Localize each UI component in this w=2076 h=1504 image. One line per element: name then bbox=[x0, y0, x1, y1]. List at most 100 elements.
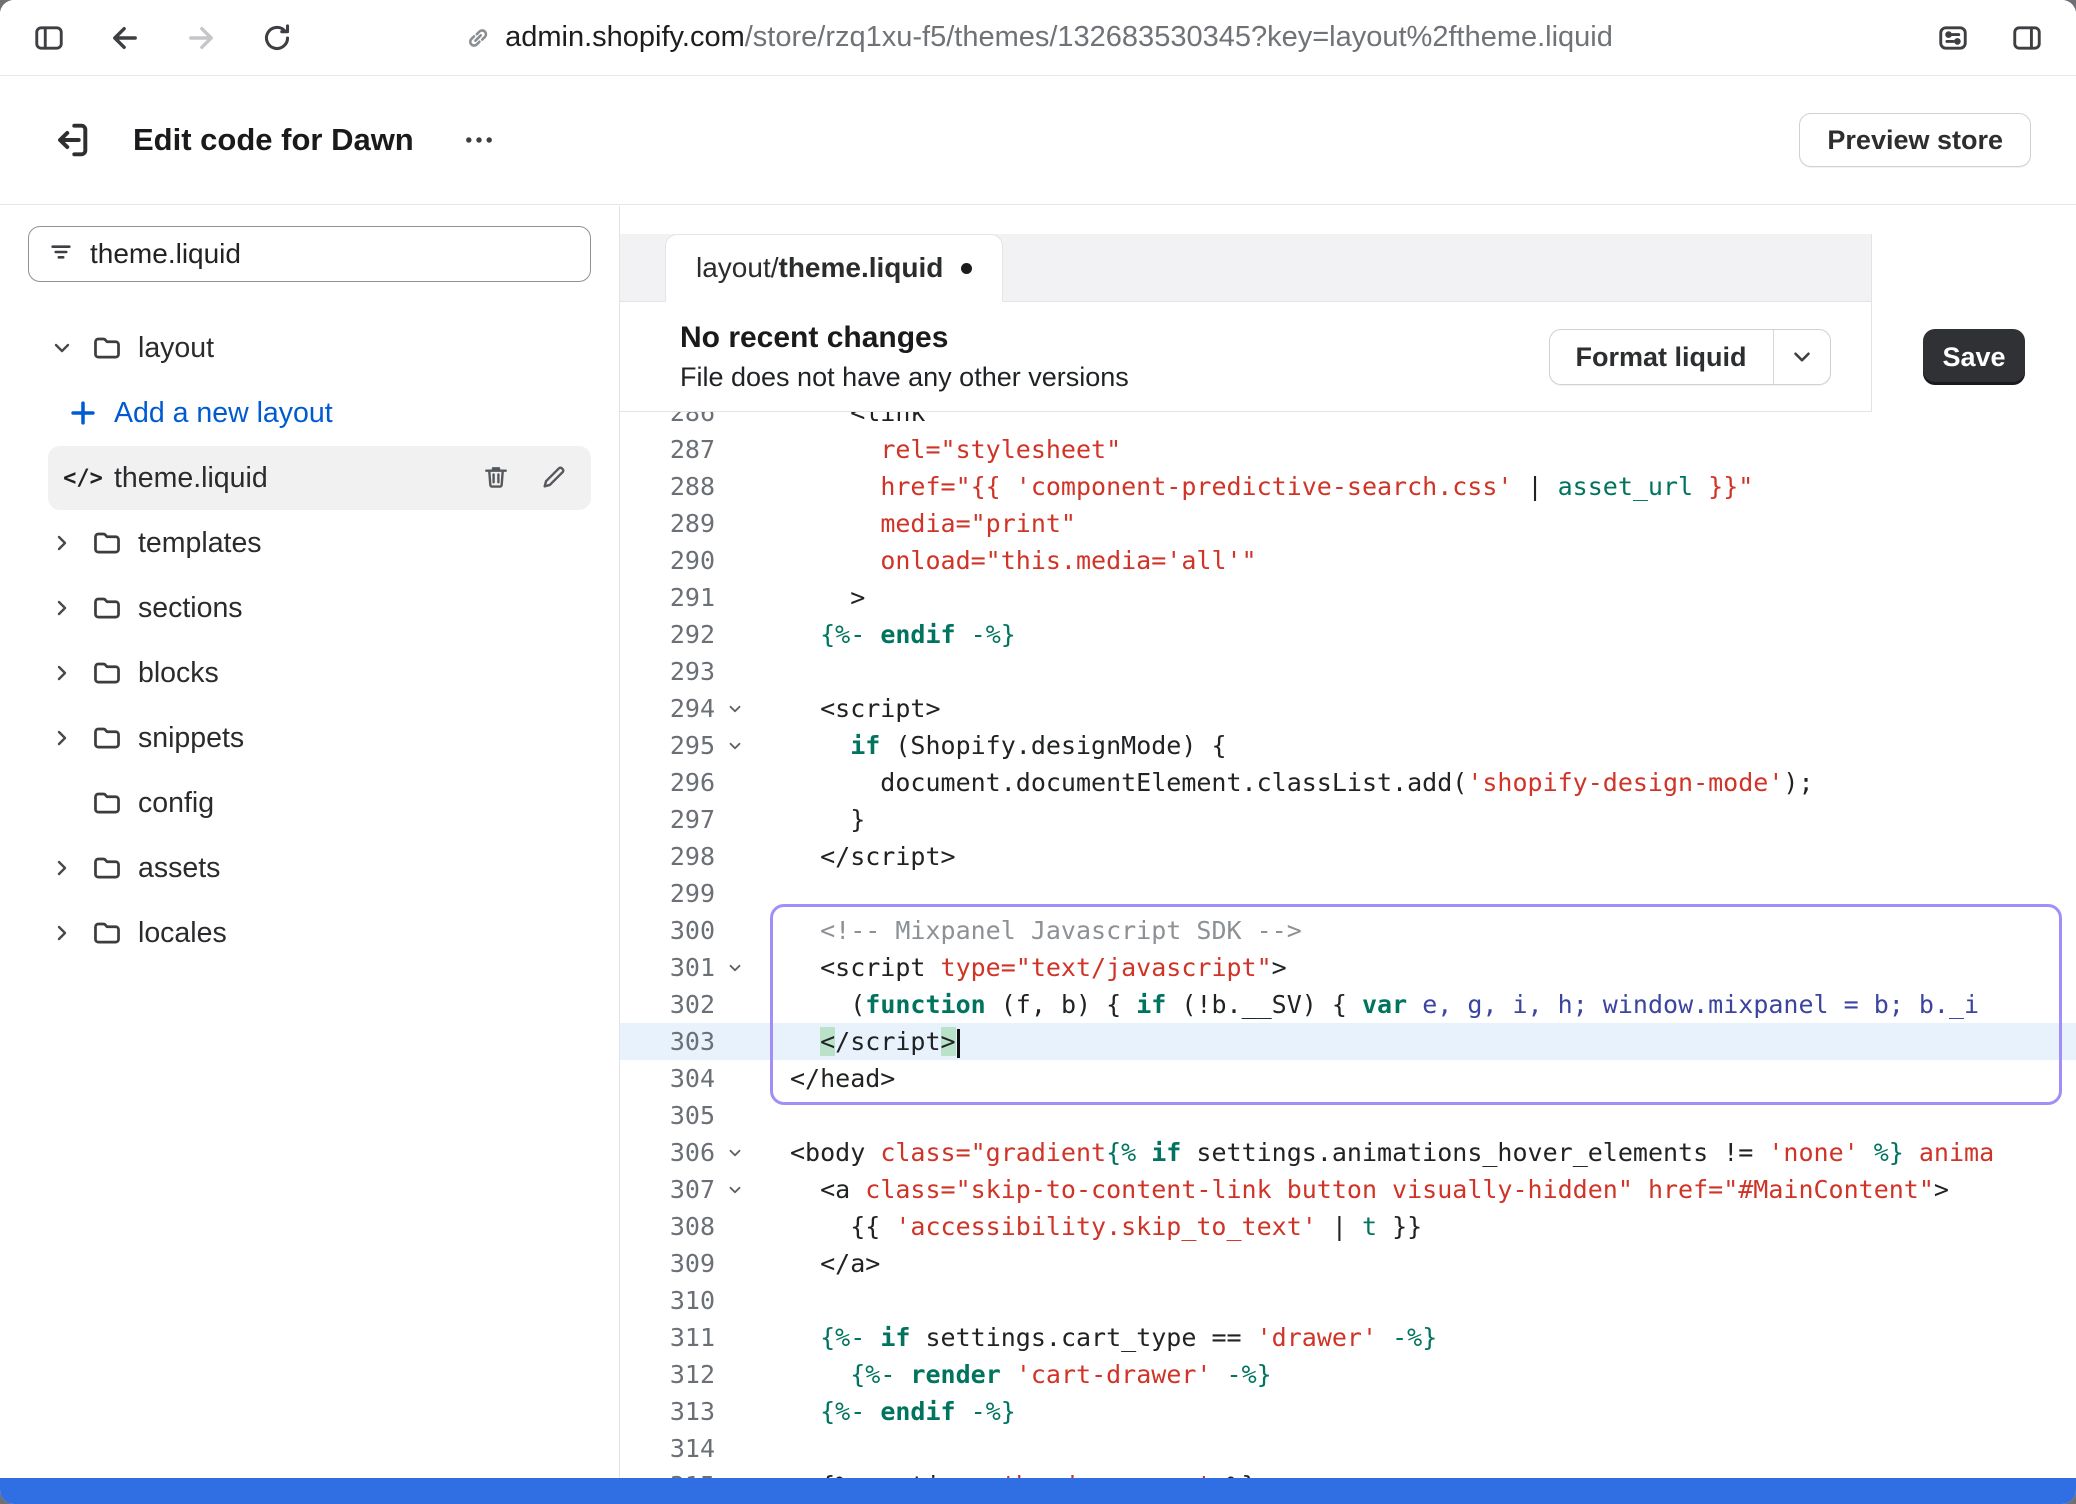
chevron-right-icon[interactable] bbox=[40, 596, 84, 620]
chevron-down-icon[interactable] bbox=[40, 336, 84, 360]
code-line-307[interactable]: 307 <a class="skip-to-content-link butto… bbox=[620, 1171, 2076, 1208]
code-line-286[interactable]: 286 <link bbox=[620, 412, 2076, 431]
code-line-305[interactable]: 305 bbox=[620, 1097, 2076, 1134]
code-line-303[interactable]: 303 </script> bbox=[620, 1023, 2076, 1060]
gutter: 309 bbox=[620, 1249, 770, 1278]
code-line-289[interactable]: 289 media="print" bbox=[620, 505, 2076, 542]
chevron-right-icon[interactable] bbox=[40, 856, 84, 880]
save-column: Save bbox=[1871, 234, 2076, 412]
gutter: 311 bbox=[620, 1323, 770, 1352]
code-line-299[interactable]: 299 bbox=[620, 875, 2076, 912]
url-bar[interactable]: admin.shopify.com/store/rzq1xu-f5/themes… bbox=[463, 21, 1613, 54]
code-line-311[interactable]: 311 {%- if settings.cart_type == 'drawer… bbox=[620, 1319, 2076, 1356]
folder-item-assets[interactable]: assets bbox=[28, 836, 591, 900]
code-line-304[interactable]: 304</head> bbox=[620, 1060, 2076, 1097]
file-search-input[interactable] bbox=[90, 238, 572, 270]
fold-chevron-icon[interactable] bbox=[715, 1181, 755, 1199]
link-icon bbox=[463, 23, 493, 53]
fold-chevron-icon[interactable] bbox=[715, 1144, 755, 1162]
line-number: 299 bbox=[620, 879, 715, 908]
folder-item-blocks[interactable]: blocks bbox=[28, 641, 591, 705]
code-text: onload="this.media='all'" bbox=[770, 542, 1257, 579]
chevron-right-icon[interactable] bbox=[40, 531, 84, 555]
format-liquid-button[interactable]: Format liquid bbox=[1549, 329, 1832, 385]
pencil-icon[interactable] bbox=[539, 462, 571, 494]
code-line-310[interactable]: 310 bbox=[620, 1282, 2076, 1319]
fold-chevron-icon[interactable] bbox=[715, 959, 755, 977]
code-line-314[interactable]: 314 bbox=[620, 1430, 2076, 1467]
code-line-301[interactable]: 301 <script type="text/javascript"> bbox=[620, 949, 2076, 986]
gutter: 287 bbox=[620, 435, 770, 464]
code-line-298[interactable]: 298 </script> bbox=[620, 838, 2076, 875]
code-line-296[interactable]: 296 document.documentElement.classList.a… bbox=[620, 764, 2076, 801]
exit-icon[interactable] bbox=[45, 114, 97, 166]
folder-item-templates[interactable]: templates bbox=[28, 511, 591, 575]
fold-chevron-icon[interactable] bbox=[715, 700, 755, 718]
forward-arrow-icon[interactable] bbox=[178, 15, 224, 61]
folder-item-config[interactable]: config bbox=[28, 771, 591, 835]
chevron-right-icon[interactable] bbox=[40, 726, 84, 750]
code-line-290[interactable]: 290 onload="this.media='all'" bbox=[620, 542, 2076, 579]
tab-label: layout/theme.liquid bbox=[696, 252, 943, 284]
tree-item-label: blocks bbox=[138, 657, 219, 690]
code-line-312[interactable]: 312 {%- render 'cart-drawer' -%} bbox=[620, 1356, 2076, 1393]
panel-right-icon[interactable] bbox=[2004, 15, 2050, 61]
line-number: 310 bbox=[620, 1286, 715, 1315]
folder-item-locales[interactable]: locales bbox=[28, 901, 591, 965]
folder-icon bbox=[84, 592, 130, 624]
more-options-icon[interactable] bbox=[456, 117, 502, 163]
code-text: } bbox=[770, 801, 865, 838]
line-number: 314 bbox=[620, 1434, 715, 1463]
gutter: 302 bbox=[620, 990, 770, 1019]
save-button[interactable]: Save bbox=[1923, 329, 2025, 385]
folder-item-layout[interactable]: layout bbox=[28, 316, 591, 380]
code-line-315[interactable]: 315 {% sections 'header-group' %} bbox=[620, 1467, 2076, 1478]
code-text: </a> bbox=[770, 1245, 880, 1282]
code-line-297[interactable]: 297 } bbox=[620, 801, 2076, 838]
add-new-layout-button[interactable]: Add a new layout bbox=[48, 381, 591, 445]
back-arrow-icon[interactable] bbox=[102, 15, 148, 61]
file-search[interactable] bbox=[28, 226, 591, 282]
line-number: 292 bbox=[620, 620, 715, 649]
reload-icon[interactable] bbox=[254, 15, 300, 61]
preview-store-button[interactable]: Preview store bbox=[1799, 113, 2031, 167]
line-number: 306 bbox=[620, 1138, 715, 1167]
gutter: 301 bbox=[620, 953, 770, 982]
gutter: 308 bbox=[620, 1212, 770, 1241]
code-line-295[interactable]: 295 if (Shopify.designMode) { bbox=[620, 727, 2076, 764]
folder-item-snippets[interactable]: snippets bbox=[28, 706, 591, 770]
chevron-down-icon[interactable] bbox=[1774, 330, 1830, 384]
code-line-294[interactable]: 294 <script> bbox=[620, 690, 2076, 727]
tab-strip: layout/theme.liquid bbox=[620, 234, 2076, 302]
code-text: href="{{ 'component-predictive-search.cs… bbox=[770, 468, 1753, 505]
code-line-309[interactable]: 309 </a> bbox=[620, 1245, 2076, 1282]
browser-chrome: admin.shopify.com/store/rzq1xu-f5/themes… bbox=[0, 0, 2076, 76]
sidebar-toggle-icon[interactable] bbox=[26, 15, 72, 61]
fold-chevron-icon[interactable] bbox=[715, 737, 755, 755]
file-item-theme.liquid[interactable]: </>theme.liquid bbox=[48, 446, 591, 510]
code-editor[interactable]: 286 <link287 rel="stylesheet"288 href="{… bbox=[620, 412, 2076, 1478]
code-line-288[interactable]: 288 href="{{ 'component-predictive-searc… bbox=[620, 468, 2076, 505]
chevron-right-icon[interactable] bbox=[40, 661, 84, 685]
code-text: {%- render 'cart-drawer' -%} bbox=[770, 1356, 1272, 1393]
code-line-291[interactable]: 291 > bbox=[620, 579, 2076, 616]
code-line-313[interactable]: 313 {%- endif -%} bbox=[620, 1393, 2076, 1430]
trash-icon[interactable] bbox=[481, 462, 513, 494]
extensions-icon[interactable] bbox=[1930, 15, 1976, 61]
folder-item-sections[interactable]: sections bbox=[28, 576, 591, 640]
gutter: 306 bbox=[620, 1138, 770, 1167]
code-line-306[interactable]: 306<body class="gradient{% if settings.a… bbox=[620, 1134, 2076, 1171]
folder-icon bbox=[84, 332, 130, 364]
code-text: <script type="text/javascript"> bbox=[770, 949, 1287, 986]
tree-item-label: Add a new layout bbox=[114, 397, 333, 430]
code-line-287[interactable]: 287 rel="stylesheet" bbox=[620, 431, 2076, 468]
code-line-292[interactable]: 292 {%- endif -%} bbox=[620, 616, 2076, 653]
tab-theme-liquid[interactable]: layout/theme.liquid bbox=[665, 234, 1003, 302]
code-line-302[interactable]: 302 (function (f, b) { if (!b.__SV) { va… bbox=[620, 986, 2076, 1023]
code-line-308[interactable]: 308 {{ 'accessibility.skip_to_text' | t … bbox=[620, 1208, 2076, 1245]
version-status: No recent changes File does not have any… bbox=[680, 321, 1129, 393]
chevron-right-icon[interactable] bbox=[40, 921, 84, 945]
gutter: 299 bbox=[620, 879, 770, 908]
code-line-300[interactable]: 300 <!-- Mixpanel Javascript SDK --> bbox=[620, 912, 2076, 949]
code-line-293[interactable]: 293 bbox=[620, 653, 2076, 690]
